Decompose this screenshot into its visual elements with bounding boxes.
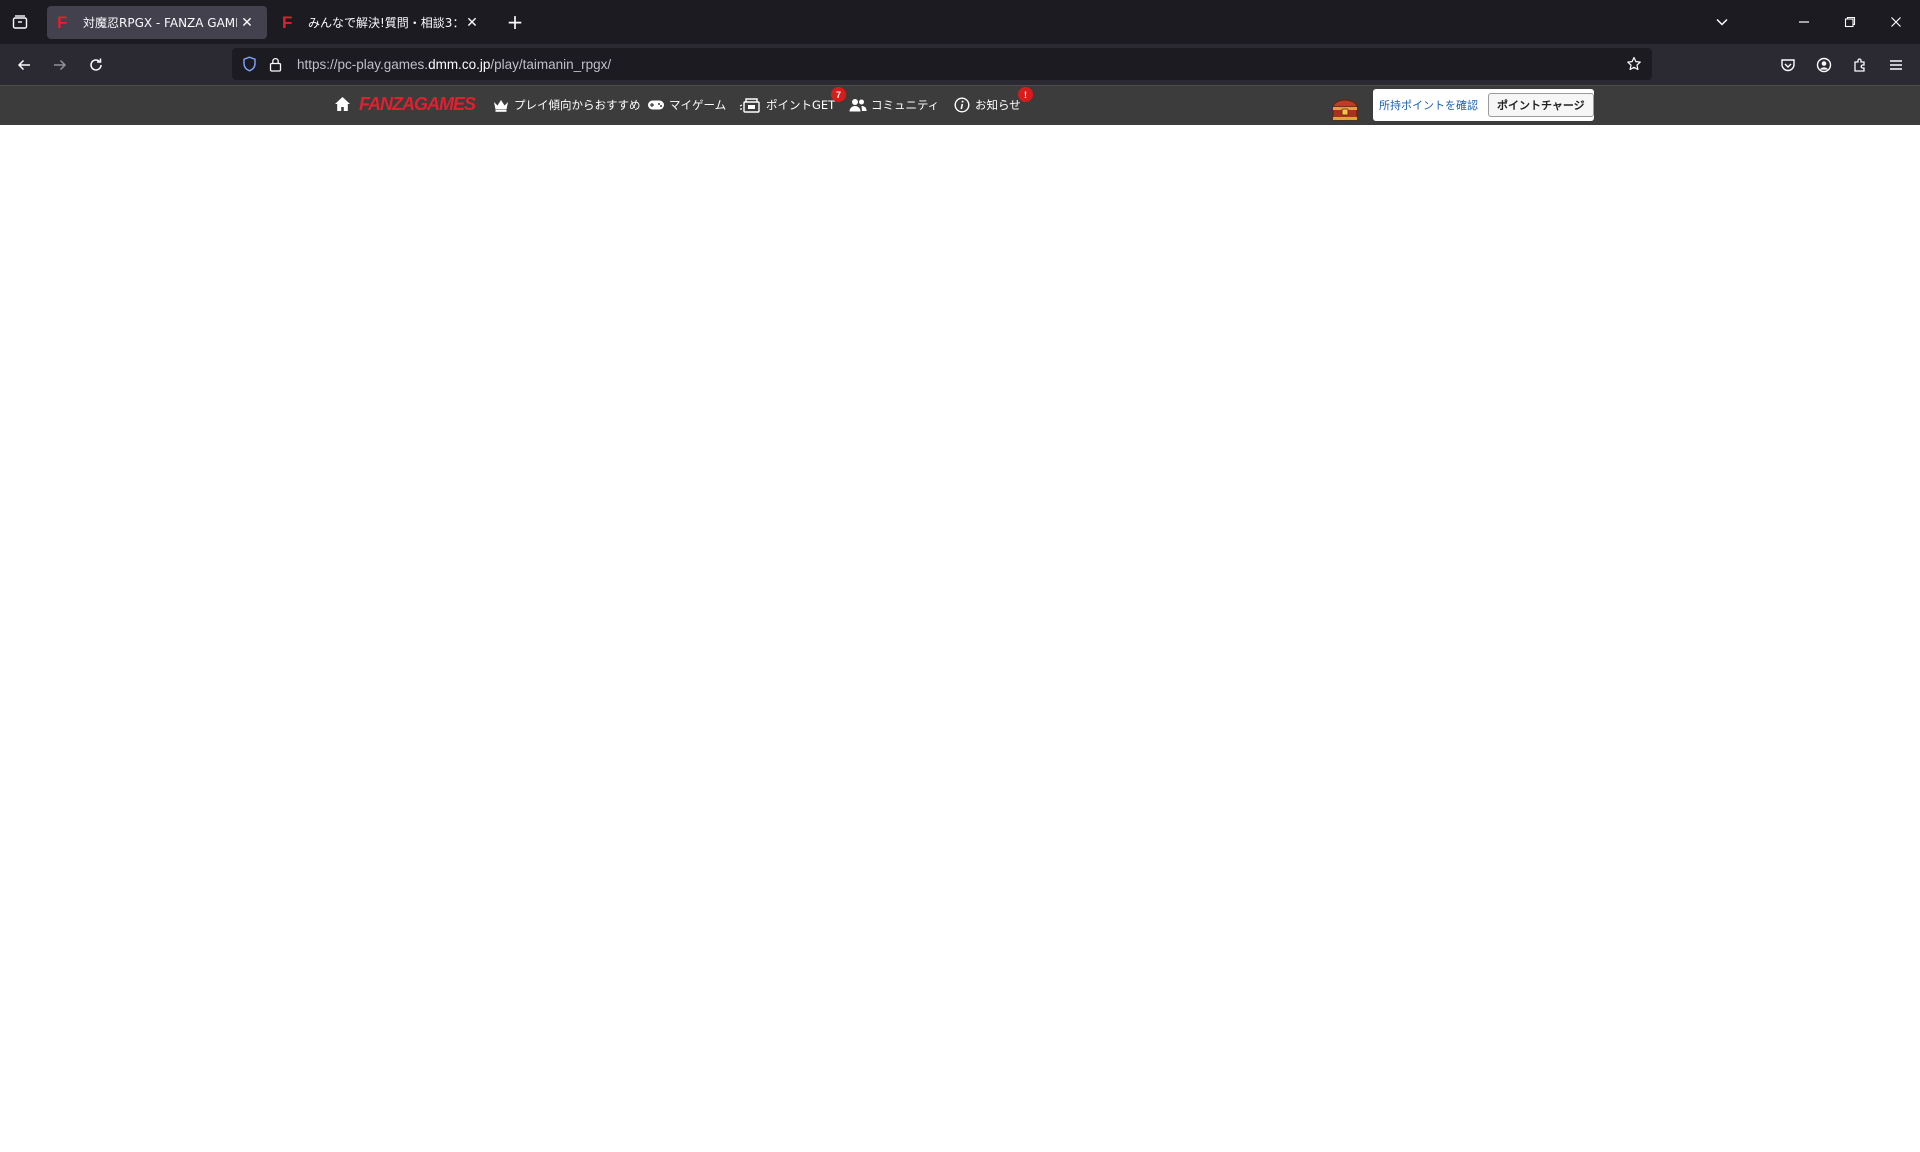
treasure-chest-icon[interactable]	[1331, 97, 1359, 123]
tab-title: みんなで解決!質問・相談3：対魔	[308, 16, 462, 30]
close-tab-icon[interactable]: ✕	[462, 15, 482, 31]
tab-strip: F 対魔忍RPGX - FANZA GAMES ✕ F みんなで解決!質問・相談…	[0, 0, 1920, 44]
crown-icon	[492, 97, 510, 113]
lock-icon[interactable]	[267, 57, 283, 72]
extensions-icon[interactable]	[1847, 52, 1873, 78]
back-icon[interactable]	[11, 52, 37, 78]
game-content-area	[0, 125, 1920, 1152]
tab-inactive[interactable]: F みんなで解決!質問・相談3：対魔 ✕	[272, 6, 492, 39]
star-icon[interactable]	[1624, 54, 1644, 74]
news-badge: !	[1018, 87, 1033, 102]
account-icon[interactable]	[1811, 52, 1837, 78]
menu-community[interactable]: コミュニティ	[849, 96, 939, 114]
tab-list-icon[interactable]	[8, 10, 32, 34]
url-bar[interactable]: https://pc-play.games.dmm.co.jp/play/tai…	[232, 48, 1652, 80]
point-get-icon	[738, 97, 762, 113]
close-window-icon[interactable]	[1884, 10, 1908, 34]
menu-recommend[interactable]: プレイ傾向からおすすめ	[492, 96, 641, 114]
forward-icon[interactable]	[47, 52, 73, 78]
menu-news[interactable]: お知らせ	[953, 96, 1021, 114]
url-text[interactable]: https://pc-play.games.dmm.co.jp/play/tai…	[297, 57, 611, 72]
menu-news-label: お知らせ	[975, 98, 1021, 112]
fanza-favicon-icon: F	[57, 12, 68, 32]
url-host: dmm.co.jp	[428, 56, 491, 72]
reload-icon[interactable]	[83, 52, 109, 78]
menu-mygame-label: マイゲーム	[669, 98, 727, 112]
menu-point-get[interactable]: ポイントGET	[738, 96, 835, 114]
url-prefix: https://pc-play.games.	[297, 56, 429, 72]
shield-icon[interactable]	[239, 56, 259, 72]
close-tab-icon[interactable]: ✕	[237, 15, 257, 31]
menu-icon[interactable]	[1883, 52, 1909, 78]
pocket-icon[interactable]	[1775, 52, 1801, 78]
url-path: /play/taimanin_rpgx/	[490, 56, 612, 72]
check-points-link[interactable]: 所持ポイントを確認	[1379, 97, 1478, 113]
minimize-icon[interactable]	[1792, 10, 1816, 34]
menu-community-label: コミュニティ	[871, 98, 940, 112]
list-all-tabs-icon[interactable]	[1710, 10, 1734, 34]
tab-active[interactable]: F 対魔忍RPGX - FANZA GAMES ✕	[47, 6, 267, 39]
menu-mygame[interactable]: マイゲーム	[647, 96, 726, 114]
fanza-games-logo[interactable]: FANZAGAMES	[359, 94, 476, 115]
navigation-toolbar: https://pc-play.games.dmm.co.jp/play/tai…	[0, 44, 1920, 85]
point-get-badge: 7	[831, 87, 846, 102]
gamepad-icon	[647, 97, 665, 113]
menu-recommend-label: プレイ傾向からおすすめ	[514, 98, 641, 112]
menu-point-get-label: ポイントGET	[766, 98, 836, 112]
tab-title: 対魔忍RPGX - FANZA GAMES	[83, 16, 237, 30]
point-panel: 所持ポイントを確認 ポイントチャージ	[1373, 89, 1594, 121]
restore-icon[interactable]	[1838, 10, 1862, 34]
fanza-favicon-icon: F	[282, 12, 293, 32]
new-tab-button[interactable]: +	[502, 9, 528, 35]
home-icon[interactable]	[334, 96, 352, 114]
community-icon	[849, 97, 867, 113]
point-charge-button[interactable]: ポイントチャージ	[1488, 93, 1594, 117]
info-icon	[953, 97, 971, 113]
